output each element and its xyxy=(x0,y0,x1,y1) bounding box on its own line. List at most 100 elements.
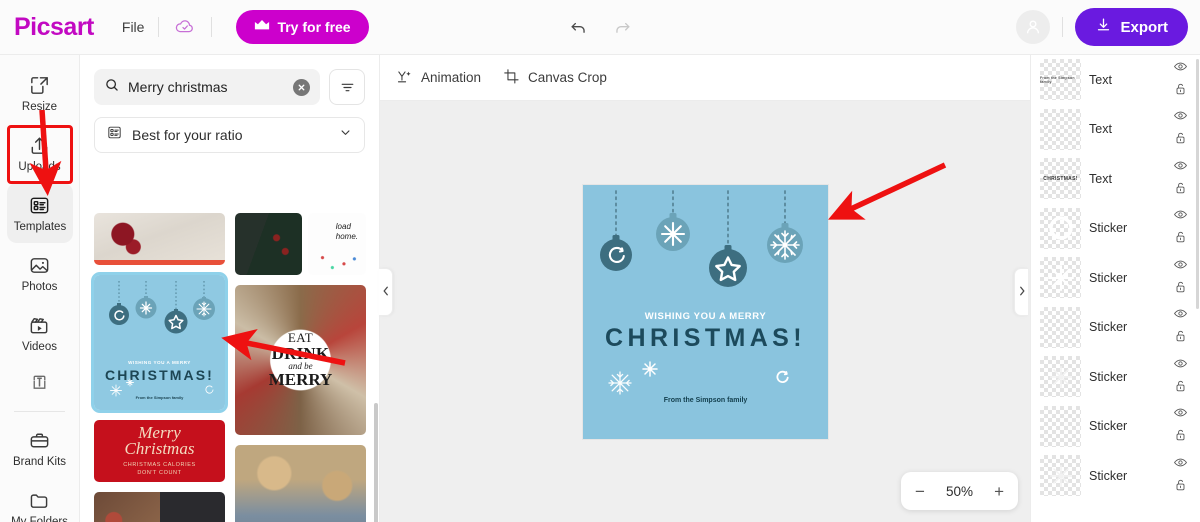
zoom-in-button[interactable]: + xyxy=(994,483,1004,500)
eye-icon[interactable] xyxy=(1173,455,1188,475)
layer-row[interactable]: Text xyxy=(1031,105,1200,155)
chevron-left-icon xyxy=(382,283,390,301)
file-menu[interactable]: File xyxy=(122,19,145,35)
sidebar-item-videos[interactable]: Videos xyxy=(0,303,79,363)
resize-icon xyxy=(28,74,52,98)
layer-actions xyxy=(1169,207,1191,249)
layer-actions xyxy=(1169,257,1191,299)
sidebar-item-text[interactable] xyxy=(0,363,79,405)
ratio-dropdown[interactable]: Best for your ratio xyxy=(94,117,365,153)
sidebar-item-templates[interactable]: Templates xyxy=(7,183,73,243)
divider xyxy=(211,17,213,37)
video-icon xyxy=(28,314,52,338)
unlock-icon[interactable] xyxy=(1174,478,1187,497)
sidebar-item-resize[interactable]: Resize xyxy=(0,63,79,123)
template-card-selected[interactable]: WISHING YOU A MERRY CHRISTMAS! From the … xyxy=(91,272,228,413)
template-grid: WISHING YOU A MERRY CHRISTMAS! From the … xyxy=(80,213,379,522)
export-button[interactable]: Export xyxy=(1075,8,1188,46)
sidebar-item-brand-kits[interactable]: Brand Kits xyxy=(0,418,79,478)
layer-row[interactable]: From the Simpson family Text xyxy=(1031,55,1200,105)
user-avatar-icon[interactable] xyxy=(1016,10,1051,44)
eye-icon[interactable] xyxy=(1173,158,1188,178)
sidebar-item-my-folders[interactable]: My Folders xyxy=(0,478,79,522)
text-tool-icon xyxy=(28,371,52,395)
layer-name: Sticker xyxy=(1089,221,1128,236)
layer-thumbnail xyxy=(1040,306,1081,348)
animation-button[interactable]: Animation xyxy=(396,68,481,88)
top-bar: Picsart File Try for free Export xyxy=(0,0,1200,55)
filter-icon[interactable] xyxy=(329,69,365,105)
sidebar-item-photos[interactable]: Photos xyxy=(0,243,79,303)
template-card[interactable] xyxy=(94,213,225,265)
template-card[interactable] xyxy=(235,213,302,275)
picsart-editor: Picsart File Try for free Export Resize … xyxy=(0,0,1200,522)
eye-icon[interactable] xyxy=(1173,257,1188,277)
picsart-logo[interactable]: Picsart xyxy=(14,13,94,42)
clear-circle-icon[interactable] xyxy=(293,78,310,96)
unlock-icon[interactable] xyxy=(1174,230,1187,249)
unlock-icon[interactable] xyxy=(1174,82,1187,101)
template-card[interactable]: Merry Christmas CHRISTMAS CALORIES DON'T C… xyxy=(94,420,225,482)
eye-icon[interactable] xyxy=(1173,207,1188,227)
layer-row[interactable]: Sticker xyxy=(1031,402,1200,452)
eye-icon[interactable] xyxy=(1173,59,1188,79)
layer-actions xyxy=(1169,405,1191,447)
layer-actions xyxy=(1169,59,1191,101)
redo-arrow-icon[interactable] xyxy=(609,14,635,40)
layer-row[interactable]: Sticker xyxy=(1031,253,1200,303)
undo-arrow-icon[interactable] xyxy=(565,14,591,40)
chevron-right-icon xyxy=(1018,283,1026,301)
template-card[interactable] xyxy=(94,492,225,522)
design-canvas-wrapper[interactable]: WISHING YOU A MERRY CHRISTMAS! From the … xyxy=(583,185,828,439)
export-label: Export xyxy=(1120,18,1168,36)
design-line-2: CHRISTMAS! xyxy=(605,324,806,352)
animation-icon xyxy=(396,68,413,88)
chevron-down-icon xyxy=(338,125,353,145)
unlock-icon[interactable] xyxy=(1174,181,1187,200)
layer-row[interactable]: Sticker xyxy=(1031,204,1200,254)
template-card[interactable]: EAT DRINK and be MERRY xyxy=(235,285,366,435)
unlock-icon[interactable] xyxy=(1174,379,1187,398)
download-icon xyxy=(1095,17,1112,38)
search-input[interactable]: Merry christmas xyxy=(94,69,320,105)
sidebar-item-label: Videos xyxy=(22,340,57,353)
sidebar-item-label: My Folders xyxy=(11,515,68,522)
template-card[interactable]: load home. xyxy=(307,213,366,275)
panel-scrollbar[interactable] xyxy=(374,403,378,522)
template-line3: From the Simpson family xyxy=(135,395,184,400)
eye-icon[interactable] xyxy=(1173,405,1188,425)
layer-row[interactable]: CHRISTMAS! Text xyxy=(1031,154,1200,204)
layer-row[interactable]: Sticker xyxy=(1031,352,1200,402)
collapse-left-panel-button[interactable] xyxy=(379,268,393,316)
canvas-stage: Animation Canvas Crop WISHING YOU A MERR… xyxy=(380,55,1030,522)
cloud-check-icon[interactable] xyxy=(173,15,197,39)
sidebar-item-label: Uploads xyxy=(18,160,61,173)
template-card[interactable]: Happy Holidays xyxy=(235,445,366,522)
layer-row[interactable]: Sticker xyxy=(1031,303,1200,353)
zoom-out-button[interactable]: − xyxy=(915,483,925,500)
layer-row[interactable]: Sticker xyxy=(1031,451,1200,501)
photo-icon xyxy=(28,254,52,278)
collapse-right-panel-button[interactable] xyxy=(1014,268,1028,316)
unlock-icon[interactable] xyxy=(1174,329,1187,348)
design-canvas[interactable]: WISHING YOU A MERRY CHRISTMAS! From the … xyxy=(583,185,828,439)
template-line2: CHRISTMAS! xyxy=(105,367,214,383)
canvas-crop-button[interactable]: Canvas Crop xyxy=(503,68,607,88)
unlock-icon[interactable] xyxy=(1174,280,1187,299)
layer-thumbnail xyxy=(1040,455,1081,497)
eye-icon[interactable] xyxy=(1173,108,1188,128)
unlock-icon[interactable] xyxy=(1174,428,1187,447)
unlock-icon[interactable] xyxy=(1174,131,1187,150)
layers-scrollbar[interactable] xyxy=(1196,59,1199,309)
load-home-text: load home. xyxy=(335,222,358,241)
merry-sub-text: CHRISTMAS CALORIES DON'T COUNT xyxy=(123,461,196,477)
layer-actions xyxy=(1169,356,1191,398)
sidebar-item-uploads[interactable]: Uploads xyxy=(0,123,79,183)
wreath-line-2: DRINK xyxy=(271,343,330,363)
try-for-free-button[interactable]: Try for free xyxy=(236,10,369,44)
eye-icon[interactable] xyxy=(1173,356,1188,376)
templates-icon xyxy=(28,194,52,218)
upload-icon xyxy=(28,134,52,158)
divider xyxy=(158,17,160,37)
eye-icon[interactable] xyxy=(1173,306,1188,326)
